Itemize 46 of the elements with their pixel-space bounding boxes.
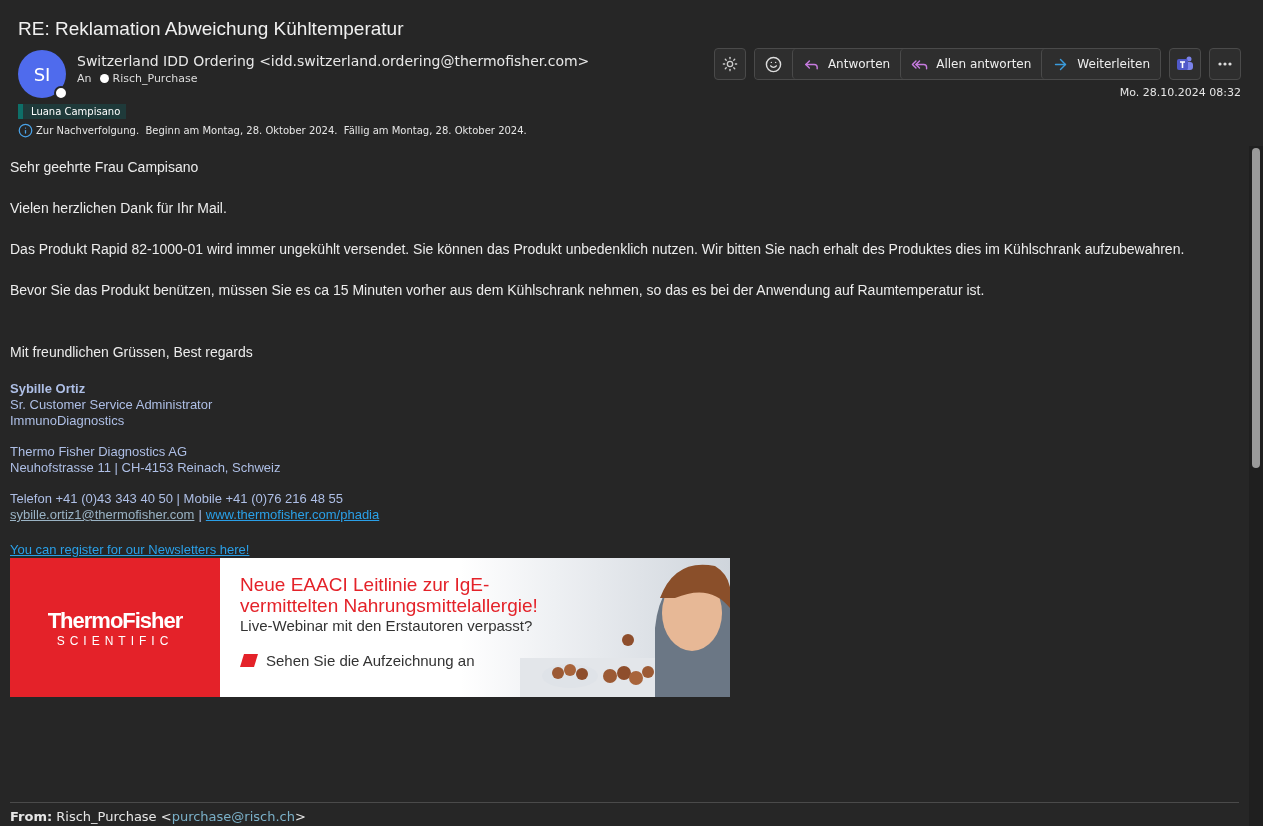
signature-title: Sr. Customer Service Administrator — [10, 397, 214, 413]
info-icon — [18, 123, 33, 138]
body-paragraph: Das Produkt Rapid 82-1000-01 wird immer ungekühlt versendet. Sie können das Produkt unbedenklich nutzen. Wir bitten Sie nach erhalt des Produktes dies im Kühlschrank aufzubewahren. — [10, 240, 1186, 258]
banner-subline: Live-Webinar mit den Erstautoren verpasst? — [240, 616, 534, 636]
more-button[interactable] — [1209, 48, 1241, 80]
link-separator: | — [198, 507, 202, 523]
body-paragraph: Bevor Sie das Produkt benützen, müssen Sie es ca 15 Minuten vorher aus dem Kühlschrank nehmen, so das es bei der Anwendung auf Raumtemperatur ist. — [10, 281, 986, 299]
scrollbar[interactable] — [1249, 146, 1263, 826]
followup-note: Zur Nachverfolgung. Beginn am Montag, 28. Oktober 2024. Fällig am Montag, 28. Oktober 2024. — [36, 125, 527, 136]
scroll-thumb[interactable] — [1252, 148, 1260, 468]
parallelogram-icon — [240, 654, 258, 667]
presence-icon — [99, 74, 109, 83]
teams-icon — [1176, 55, 1194, 73]
newsletter-link[interactable]: You can register for our Newsletters here! — [10, 542, 250, 558]
email-link[interactable]: purchase@risch.ch — [171, 809, 295, 824]
logo-text: ThermoFisher — [47, 607, 183, 634]
more-icon — [1218, 62, 1232, 66]
sender-name[interactable]: Switzerland IDD Ordering <idd.switzerland.ordering@thermofisher.com> — [77, 53, 590, 69]
sender-avatar: SI — [18, 50, 66, 98]
signature-phone: Telefon +41 (0)43 343 40 50 | Mobile +41 (0)76 216 48 55 — [10, 491, 344, 507]
banner-headline: Neue EAACI Leitlinie zur IgE- — [240, 574, 491, 595]
promo-banner[interactable]: ThermoFisher SCIENTIFIC Neue EAACI Leitlinie zur IgE- vermittelten Nahrungsmittelallergie! Live-Webinar mit den Erstautoren verpasst? Sehen Sie die Aufzeichnung an — [10, 558, 730, 697]
sent-date: Mo. 28.10.2024 08:32 — [1119, 86, 1241, 99]
quoted-from-line: From: Risch_Purchase <purchase@risch.ch> — [10, 808, 307, 826]
website-link[interactable]: www.thermofisher.com/phadia — [205, 507, 380, 523]
email-link[interactable]: sybille.ortiz1@thermofisher.com — [10, 507, 195, 523]
forward-button[interactable]: Weiterleiten — [1041, 49, 1160, 79]
category-tag: Luana Campisano — [18, 104, 127, 119]
closing-line: Mit freundlichen Grüssen, Best regards — [10, 343, 254, 361]
presence-icon — [54, 86, 68, 100]
recipient-name[interactable]: Risch_Purchase — [112, 72, 198, 85]
emoji-icon — [764, 55, 782, 73]
body-paragraph: Sehr geehrte Frau Campisano — [10, 158, 200, 176]
body-paragraph: Vielen herzlichen Dank für Ihr Mail. — [10, 199, 228, 217]
teams-button[interactable] — [1169, 48, 1201, 80]
banner-headline: vermittelten Nahrungsmittelallergie! — [240, 595, 538, 616]
signature-name: Sybille Ortiz — [10, 381, 87, 397]
email-subject: RE: Reklamation Abweichung Kühltemperatur — [17, 17, 405, 40]
signature-address: Neuhofstrasse 11 | CH-4153 Reinach, Schweiz — [10, 460, 282, 476]
signature-company: Thermo Fisher Diagnostics AG — [10, 444, 188, 460]
logo-subtitle: SCIENTIFIC — [56, 633, 174, 648]
to-label: An — [77, 72, 92, 85]
theme-button[interactable] — [713, 48, 746, 80]
banner-cta: Sehen Sie die Aufzeichnung an — [266, 652, 475, 669]
signature-department: ImmunoDiagnostics — [10, 413, 126, 429]
sun-icon — [721, 56, 738, 72]
